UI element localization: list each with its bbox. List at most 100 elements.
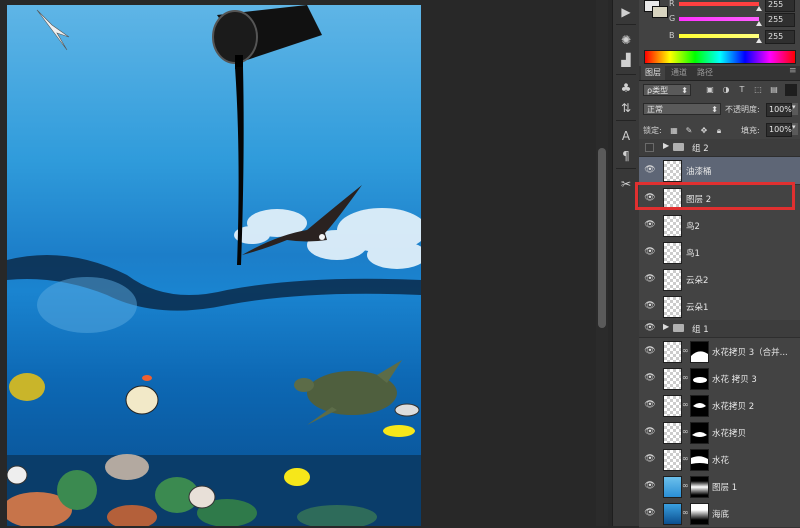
red-slider[interactable] xyxy=(679,2,759,6)
layer-row-cloud-1[interactable]: 👁︎ 云朵1 xyxy=(639,293,800,321)
panel-menu-icon[interactable]: ≡ xyxy=(789,66,797,76)
eye-icon[interactable]: 👁︎ xyxy=(643,274,657,284)
eye-icon[interactable]: 👁︎ xyxy=(643,400,657,410)
right-panel: R 255 G 255 B 255 图层 通道 路径 ≡ ρ类型 ⬍ ▣ ◑ T … xyxy=(639,0,800,528)
adjustment-filter-icon[interactable]: ◑ xyxy=(721,85,731,95)
clone-source-icon[interactable]: ♣ xyxy=(617,80,635,96)
tab-channels[interactable]: 通道 xyxy=(667,66,691,80)
lock-move-icon[interactable]: ✥ xyxy=(699,126,709,136)
blue-slider[interactable] xyxy=(679,34,759,38)
shape-filter-icon[interactable]: ⬚ xyxy=(753,85,763,95)
layer-thumbnail xyxy=(663,476,682,498)
layer-mask-thumbnail[interactable] xyxy=(690,422,709,444)
layer-thumbnail xyxy=(663,160,682,182)
green-value-input[interactable]: 255 xyxy=(765,13,795,27)
layer-mask-thumbnail[interactable] xyxy=(690,368,709,390)
panel-tabs: 图层 通道 路径 ≡ xyxy=(639,66,800,81)
eye-icon[interactable]: 👁︎ xyxy=(643,301,657,311)
layer-name: 水花 拷贝 3 xyxy=(712,375,757,385)
opacity-input[interactable]: 100% xyxy=(766,103,792,117)
tools-icon[interactable]: ✂ xyxy=(617,176,635,192)
blend-mode-dropdown[interactable]: 正常 ⬍ xyxy=(643,103,721,115)
histogram-icon[interactable]: ▟ xyxy=(617,52,635,68)
layer-name: 云朵2 xyxy=(686,276,709,286)
document-canvas[interactable] xyxy=(7,5,421,526)
layer-row-seabed[interactable]: 👁︎ ∞ 海底 xyxy=(639,500,800,528)
eye-icon[interactable]: 👁︎ xyxy=(643,165,657,175)
scrollbar-thumb[interactable] xyxy=(598,148,606,328)
layer-name: 鸟2 xyxy=(686,222,700,232)
color-spectrum-bar[interactable] xyxy=(644,50,796,64)
link-icon[interactable]: ∞ xyxy=(682,508,689,517)
layer-mask-thumbnail[interactable] xyxy=(690,476,709,498)
layer-row-splash-copy-2[interactable]: 👁︎ ∞ 水花拷贝 2 xyxy=(639,392,800,420)
layer-row-bird-2[interactable]: 👁︎ 鸟2 xyxy=(639,212,800,240)
eye-icon[interactable]: 👁︎ xyxy=(643,373,657,383)
eye-icon[interactable]: 👁︎ xyxy=(643,323,657,333)
layer-mask-thumbnail[interactable] xyxy=(690,449,709,471)
eye-icon[interactable]: 👁︎ xyxy=(643,247,657,257)
canvas-artwork xyxy=(7,5,421,526)
layer-mask-thumbnail[interactable] xyxy=(690,395,709,417)
visibility-toggle[interactable] xyxy=(645,143,654,152)
eye-icon[interactable]: 👁︎ xyxy=(643,427,657,437)
adjust-icon[interactable]: ⇅ xyxy=(617,100,635,116)
lock-paint-icon[interactable]: ✎ xyxy=(684,126,694,136)
image-filter-icon[interactable]: ▣ xyxy=(705,85,715,95)
eye-icon[interactable]: 👁︎ xyxy=(643,346,657,356)
green-slider[interactable] xyxy=(679,17,759,21)
layer-group-1[interactable]: 👁︎ ▶ 组 1 xyxy=(639,320,800,338)
link-icon[interactable]: ∞ xyxy=(682,373,689,382)
blue-value-input[interactable]: 255 xyxy=(765,30,795,44)
layer-name: 油漆桶 xyxy=(686,167,712,177)
layer-row-splash-copy-3[interactable]: 👁︎ ∞ 水花 拷贝 3 xyxy=(639,365,800,393)
type-filter-icon[interactable]: T xyxy=(737,85,747,95)
character-icon[interactable]: A xyxy=(617,128,635,144)
layer-mask-thumbnail[interactable] xyxy=(690,341,709,363)
expand-arrow-icon[interactable]: ▶ xyxy=(663,322,669,331)
layer-row-splash[interactable]: 👁︎ ∞ 水花 xyxy=(639,446,800,474)
expand-arrow-icon[interactable]: ▶ xyxy=(663,141,669,150)
seagull-image xyxy=(36,9,70,51)
layer-row-cloud-2[interactable]: 👁︎ 云朵2 xyxy=(639,266,800,294)
link-icon[interactable]: ∞ xyxy=(682,346,689,355)
tab-paths[interactable]: 路径 xyxy=(693,66,717,80)
layer-group-2[interactable]: ▶ 组 2 xyxy=(639,139,800,157)
fill-input[interactable]: 100% xyxy=(766,123,792,137)
green-channel-label: G xyxy=(669,14,676,23)
layer-row-bird-1[interactable]: 👁︎ 鸟1 xyxy=(639,239,800,267)
layer-name: 水花 xyxy=(712,456,730,466)
blue-slider-knob[interactable] xyxy=(756,38,762,43)
eye-icon[interactable]: 👁︎ xyxy=(643,481,657,491)
layer-filter-dropdown[interactable]: ρ类型 ⬍ xyxy=(643,84,691,96)
brightness-icon[interactable]: ✺ xyxy=(617,32,635,48)
fill-label: 填充: xyxy=(741,126,760,135)
tab-layers[interactable]: 图层 xyxy=(641,66,665,80)
layer-row-splash-copy-3-merged[interactable]: 👁︎ ∞ 水花拷贝 3（合并... xyxy=(639,338,800,366)
link-icon[interactable]: ∞ xyxy=(682,400,689,409)
eye-icon[interactable]: 👁︎ xyxy=(643,220,657,230)
turtle-image xyxy=(294,360,402,425)
filter-toggle[interactable] xyxy=(785,84,797,96)
lock-transparent-icon[interactable]: ▦ xyxy=(669,126,679,136)
red-value-input[interactable]: 255 xyxy=(765,0,795,12)
link-icon[interactable]: ∞ xyxy=(682,454,689,463)
layer-row-oil-bucket[interactable]: 👁︎ 油漆桶 xyxy=(639,157,800,185)
layer-row-splash-copy[interactable]: 👁︎ ∞ 水花拷贝 xyxy=(639,419,800,447)
fill-stepper[interactable]: ▾ xyxy=(792,123,798,135)
play-icon[interactable]: ▶ xyxy=(617,4,635,20)
layer-mask-thumbnail[interactable] xyxy=(690,503,709,525)
smart-filter-icon[interactable]: ▤ xyxy=(769,85,779,95)
link-icon[interactable]: ∞ xyxy=(682,427,689,436)
red-slider-knob[interactable] xyxy=(756,6,762,11)
layer-name: 云朵1 xyxy=(686,303,709,313)
link-icon[interactable]: ∞ xyxy=(682,481,689,490)
layer-thumbnail xyxy=(663,296,682,318)
green-slider-knob[interactable] xyxy=(756,21,762,26)
lock-all-icon[interactable]: 🔒︎ xyxy=(714,126,724,136)
opacity-stepper[interactable]: ▾ xyxy=(792,103,798,115)
eye-icon[interactable]: 👁︎ xyxy=(643,508,657,518)
layer-row-layer-1[interactable]: 👁︎ ∞ 图层 1 xyxy=(639,473,800,501)
eye-icon[interactable]: 👁︎ xyxy=(643,454,657,464)
paragraph-icon[interactable]: ¶ xyxy=(617,148,635,164)
